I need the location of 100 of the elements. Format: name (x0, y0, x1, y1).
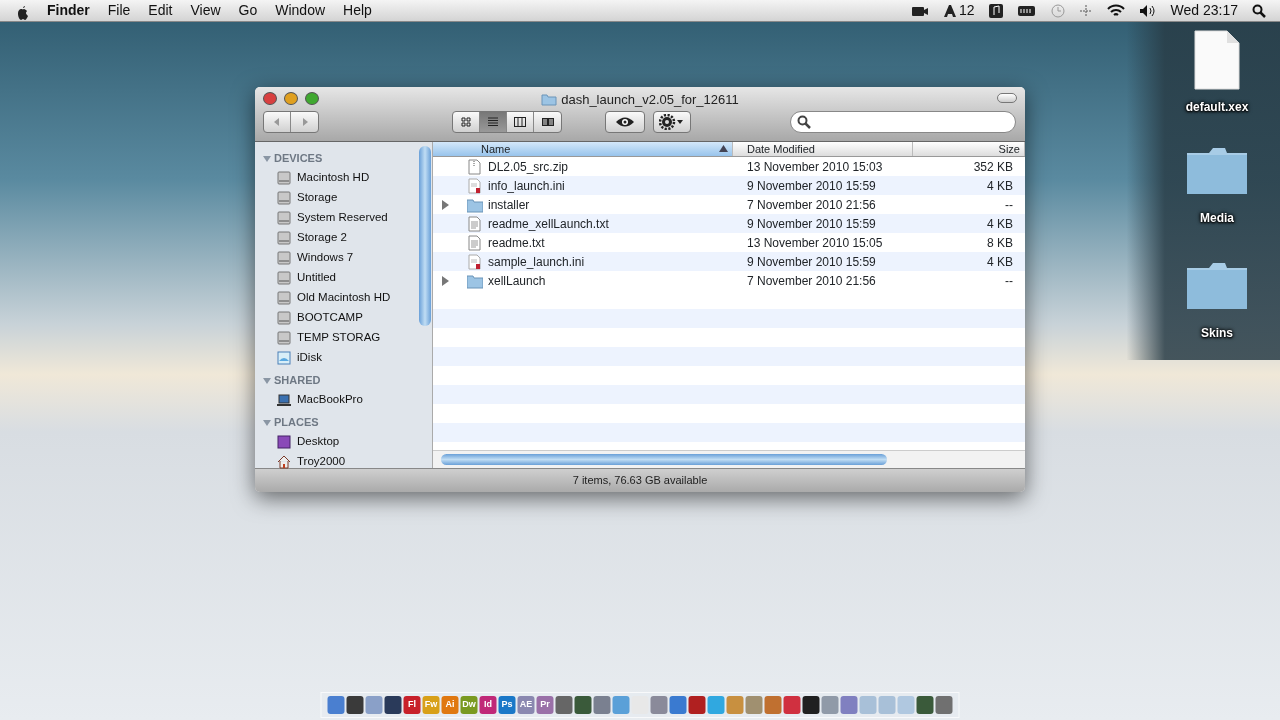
zip-file-icon (467, 158, 483, 175)
column-header[interactable]: Size (913, 142, 1025, 156)
hard-drive-icon (277, 191, 291, 205)
window-title: dash_launch_v2.05_for_12611 (561, 91, 739, 109)
disclosure-triangle-icon[interactable] (441, 199, 450, 210)
minimize-button[interactable] (284, 92, 298, 105)
sidebar-item[interactable]: Macintosh HD (255, 168, 432, 188)
quick-look-button[interactable] (605, 111, 645, 133)
app-icon[interactable]: Ps (498, 696, 516, 714)
sidebar-item[interactable]: BOOTCAMP (255, 308, 432, 328)
menu-item[interactable]: File (98, 0, 140, 21)
file-row[interactable]: readme.txt 13 November 2010 15:05 8 KB (433, 233, 1025, 252)
column-header[interactable]: Date Modified (733, 142, 913, 156)
disclosure-triangle-icon[interactable] (263, 418, 271, 427)
list-icon (486, 115, 500, 129)
view-mode-control[interactable] (452, 111, 562, 133)
sidebar-item[interactable]: Storage 2 (255, 228, 432, 248)
hard-drive-icon (277, 211, 291, 225)
file-name: sample_launch.ini (488, 253, 585, 271)
file-row[interactable]: installer 7 November 2010 21:56 -- (433, 195, 1025, 214)
file-row[interactable]: DL2.05_src.zip 13 November 2010 15:03 352 KB (433, 157, 1025, 176)
menu-item[interactable]: Window (266, 0, 335, 21)
sidebar-item[interactable]: TEMP STORAG (255, 328, 432, 348)
menu-item[interactable]: View (181, 0, 230, 21)
disclosure-triangle-icon[interactable] (263, 154, 271, 163)
font-icon[interactable] (942, 3, 957, 18)
hard-drive-icon (277, 331, 291, 345)
file-row[interactable]: sample_launch.ini 9 November 2010 15:59 4 KB (433, 252, 1025, 271)
file-name[interactable]: Media (1200, 209, 1234, 227)
close-button[interactable] (263, 92, 277, 105)
document-icon[interactable] (1193, 30, 1241, 90)
gear-icon (659, 114, 685, 130)
search-field[interactable] (790, 111, 1016, 133)
app-icon[interactable]: Pr (536, 696, 554, 714)
folder-icon (467, 272, 483, 289)
hard-drive-icon (277, 171, 291, 185)
grid-icon (459, 115, 473, 129)
hard-drive-icon (277, 231, 291, 245)
desktop-icon (277, 435, 291, 449)
app-icon[interactable] (574, 696, 592, 714)
music-note-icon[interactable] (988, 3, 1003, 18)
size-cell-text: 4 KB (986, 253, 1014, 271)
scrollbar-thumb[interactable] (419, 146, 431, 326)
speaker-icon[interactable] (1138, 3, 1157, 18)
sidebar-item[interactable]: Old Macintosh HD (255, 288, 432, 308)
menu-item[interactable]: Edit (139, 0, 182, 21)
disclosure-triangle-icon[interactable] (263, 376, 271, 385)
file-name[interactable]: default.xex (1185, 98, 1249, 116)
app-icon[interactable] (346, 696, 364, 714)
file-name[interactable]: Skins (1201, 324, 1233, 342)
menu-item[interactable]: Finder (38, 0, 99, 21)
sidebar-item[interactable]: Desktop (255, 432, 432, 452)
scrollbar-thumb[interactable] (441, 454, 887, 465)
app-icon[interactable]: Fl (403, 696, 421, 714)
sidebar-item[interactable]: Storage (255, 188, 432, 208)
cover-flow-icon (540, 115, 555, 129)
zoom-button[interactable] (305, 92, 319, 105)
app-icon[interactable]: Id (479, 696, 497, 714)
folder-icon (541, 93, 558, 107)
search-icon (797, 115, 811, 129)
sidebar-item[interactable]: Untitled (255, 268, 432, 288)
status-text: 12 (958, 1, 975, 20)
file-row[interactable]: readme_xellLaunch.txt 9 November 2010 15:59 4 KB (433, 214, 1025, 233)
date-cell-text: 7 November 2010 21:56 (746, 196, 877, 214)
app-icon[interactable] (916, 696, 934, 714)
sidebar-item[interactable]: iDisk (255, 348, 432, 368)
date-cell-text: 13 November 2010 15:05 (746, 234, 884, 252)
battery-icon[interactable] (1016, 4, 1037, 17)
app-icon[interactable] (802, 696, 820, 714)
menu-item[interactable]: Go (229, 0, 267, 21)
sidebar-item[interactable]: MacBookPro (255, 390, 432, 410)
house-icon (277, 455, 291, 469)
file-name: readme_xellLaunch.txt (488, 215, 609, 233)
disclosure-triangle-icon[interactable] (441, 275, 450, 286)
menu-item[interactable]: Help (334, 0, 381, 21)
size-cell-text: 352 KB (972, 158, 1014, 176)
size-cell-text: -- (1004, 196, 1014, 214)
app-icon[interactable] (688, 696, 706, 714)
folder-icon (467, 196, 483, 213)
sidebar-item[interactable]: Troy2000 (255, 452, 432, 472)
hard-drive-icon (277, 271, 291, 285)
columns-icon (513, 115, 527, 129)
file-row[interactable]: xellLaunch 7 November 2010 21:56 -- (433, 271, 1025, 290)
text-file-icon (467, 215, 483, 232)
toolbar-toggle-button[interactable] (997, 93, 1017, 103)
wifi-icon[interactable] (1106, 3, 1125, 18)
clock-text[interactable]: Wed 23:17 (1170, 0, 1238, 21)
action-menu-button[interactable] (653, 111, 691, 133)
sidebar-item[interactable]: Windows 7 (255, 248, 432, 268)
size-cell-text: -- (1004, 272, 1014, 290)
size-cell-text: 8 KB (986, 234, 1014, 252)
sidebar-item[interactable]: System Reserved (255, 208, 432, 228)
sidebar-heading: DEVICES (274, 151, 323, 167)
navigation-control[interactable] (263, 111, 319, 133)
hard-drive-icon (277, 251, 291, 265)
file-name: DL2.05_src.zip (488, 158, 569, 176)
column-header[interactable]: Name (433, 142, 733, 156)
search-icon[interactable] (1252, 3, 1266, 18)
app-icon[interactable] (384, 696, 402, 714)
file-row[interactable]: info_launch.ini 9 November 2010 15:59 4 KB (433, 176, 1025, 195)
